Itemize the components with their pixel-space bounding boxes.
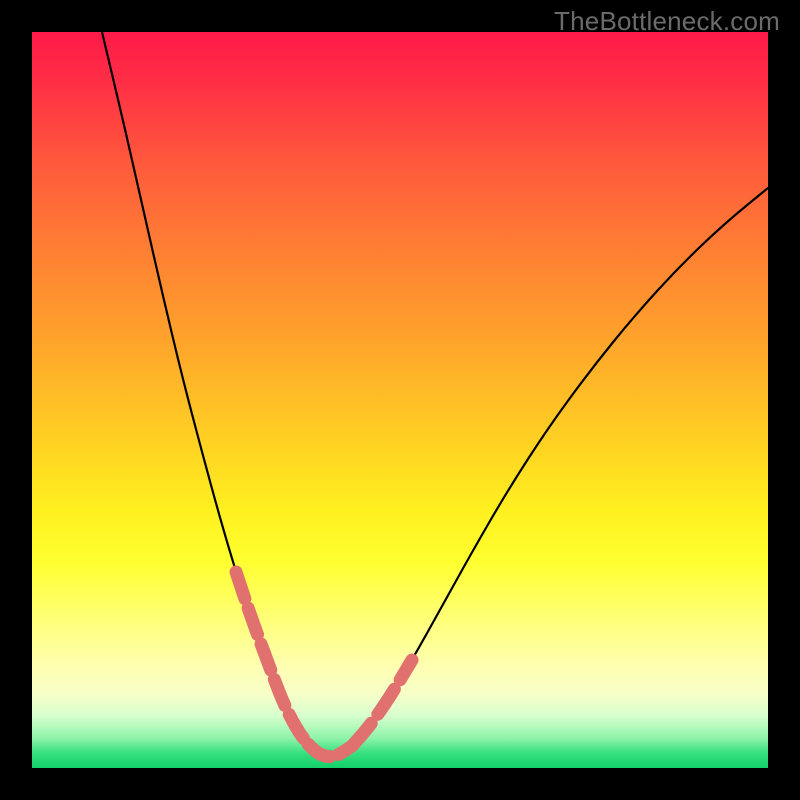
bottleneck-curve xyxy=(102,32,768,757)
chart-frame: TheBottleneck.com xyxy=(0,0,800,800)
highlight-left xyxy=(236,572,308,744)
highlight-bottom xyxy=(308,744,352,757)
plot-area xyxy=(32,32,768,768)
curve-svg xyxy=(32,32,768,768)
highlight-right xyxy=(352,660,412,746)
